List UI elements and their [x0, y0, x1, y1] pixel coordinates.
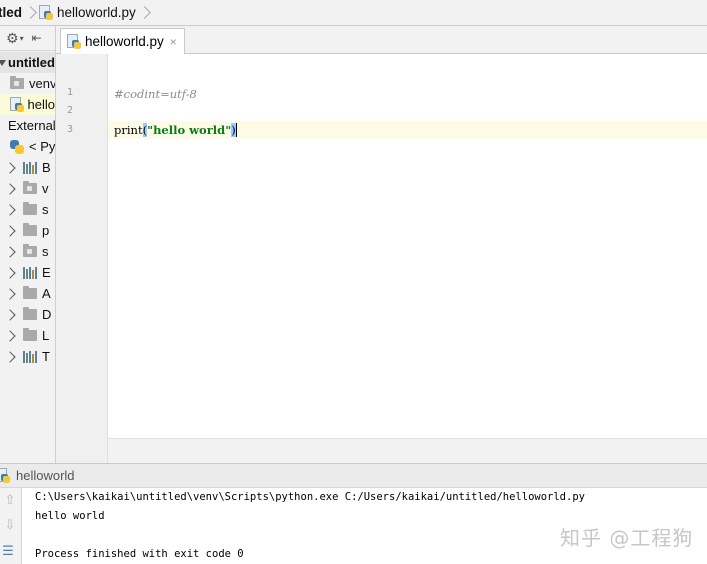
tree-item-label: v: [42, 181, 49, 196]
code-function: print: [114, 123, 143, 137]
editor-tab-helloworld[interactable]: helloworld.py ×: [60, 28, 185, 54]
tree-item-library[interactable]: T: [0, 346, 55, 367]
breadcrumb: tled helloworld.py: [0, 0, 707, 26]
chevron-right-icon: [4, 329, 16, 342]
tree-item-python-sdk[interactable]: < Py: [0, 136, 55, 157]
folder-icon: [23, 244, 37, 257]
console-line: Process finished with exit code 0: [35, 548, 244, 560]
run-tab[interactable]: helloworld: [0, 468, 75, 483]
tree-item-library[interactable]: E: [0, 262, 55, 283]
dropdown-arrow-icon[interactable]: ▾: [20, 34, 24, 43]
tree-item-helloworld[interactable]: hello: [0, 94, 55, 115]
tree-item-label: L: [42, 328, 50, 343]
folder-icon: [23, 328, 37, 341]
chevron-right-icon: [4, 203, 16, 216]
tree-item-project-root[interactable]: untitled: [0, 52, 55, 73]
gear-icon[interactable]: ⚙: [6, 30, 19, 47]
console-line: hello world: [35, 510, 105, 522]
folder-icon: [23, 307, 37, 320]
breadcrumb-file-label: helloworld.py: [57, 5, 136, 20]
tree-item-external-libraries[interactable]: External: [0, 115, 55, 136]
code-line-3: print ( "hello world" ): [108, 121, 707, 139]
editor-pane: helloworld.py × 1 2 3 #codint=utf-8 prin…: [55, 26, 707, 463]
chevron-right-icon: [4, 224, 16, 237]
python-file-icon: [0, 468, 10, 483]
tree-item-label: < Py: [29, 139, 55, 154]
line-number: 3: [66, 124, 73, 135]
chevron-right-icon: [4, 161, 16, 174]
arrow-down-icon[interactable]: ⇩: [3, 518, 17, 532]
tree-item-library[interactable]: B: [0, 157, 55, 178]
tree-item-folder[interactable]: s: [0, 199, 55, 220]
tree-item-venv[interactable]: venv: [0, 73, 55, 94]
tree-item-folder[interactable]: A: [0, 283, 55, 304]
tree-item-label: s: [42, 202, 49, 217]
watermark: 知乎 @工程狗: [560, 526, 694, 550]
folder-icon: [23, 181, 37, 194]
python-file-icon: [67, 34, 81, 49]
python-file-icon: [10, 97, 24, 112]
tree-item-label: E: [42, 265, 51, 280]
project-toolbar: ⚙ ▾ ⇤: [0, 26, 55, 51]
editor-footer: [108, 438, 707, 463]
tree-item-label: A: [42, 286, 51, 301]
project-pane: ⚙ ▾ ⇤ untitled venv hello External < Py …: [0, 26, 55, 463]
tree-item-label: venv: [29, 76, 55, 91]
text-caret: [235, 123, 238, 137]
editor-tab-label: helloworld.py: [85, 34, 164, 49]
editor-tab-bar: helloworld.py ×: [56, 26, 707, 54]
code-line-1: #codint=utf-8: [108, 85, 707, 103]
chevron-right-icon: [4, 350, 16, 363]
breadcrumb-project-label: tled: [0, 5, 23, 20]
folder-icon: [10, 76, 24, 89]
tree-item-label: s: [42, 244, 49, 259]
run-tab-label: helloworld: [16, 468, 75, 483]
close-icon[interactable]: ×: [170, 35, 177, 49]
tree-item-folder[interactable]: v: [0, 178, 55, 199]
python-icon: [10, 139, 24, 154]
library-icon: [23, 161, 37, 174]
breadcrumb-separator-icon: [140, 4, 149, 22]
folder-icon: [23, 286, 37, 299]
tree-item-label: B: [42, 160, 51, 175]
chevron-right-icon: [4, 308, 16, 321]
run-panel-header: helloworld: [0, 463, 707, 488]
arrow-up-icon[interactable]: ⇧: [3, 493, 17, 507]
breadcrumb-file[interactable]: helloworld.py: [39, 5, 136, 20]
python-file-icon: [39, 5, 54, 20]
tree-item-folder[interactable]: p: [0, 220, 55, 241]
line-number-gutter: 1 2 3: [56, 54, 108, 463]
code-string: "hello world": [147, 123, 232, 137]
tree-item-folder[interactable]: D: [0, 304, 55, 325]
tree-item-label: hello: [27, 97, 55, 112]
line-number: 1: [66, 87, 73, 98]
tree-item-folder[interactable]: s: [0, 241, 55, 262]
folder-icon: [23, 202, 37, 215]
tree-item-label: T: [42, 349, 50, 364]
chevron-right-icon: [4, 182, 16, 195]
tree-item-label: untitled: [8, 55, 55, 70]
chevron-right-icon: [4, 266, 16, 279]
expand-arrow-icon: [0, 59, 6, 66]
line-number: 2: [66, 105, 73, 116]
library-icon: [23, 350, 37, 363]
tree-item-label: p: [42, 223, 50, 238]
tree-item-label: External: [8, 118, 55, 133]
wrap-icon[interactable]: ☰: [1, 544, 15, 558]
chevron-right-icon: [4, 287, 16, 300]
code-comment: #codint=utf-8: [114, 87, 197, 101]
folder-icon: [23, 223, 37, 236]
console-line: C:\Users\kaikai\untitled\venv\Scripts\py…: [35, 491, 585, 503]
chevron-right-icon: [4, 245, 16, 258]
library-icon: [23, 266, 37, 279]
tree-item-label: D: [42, 307, 52, 322]
code-area[interactable]: #codint=utf-8 print ( "hello world" ): [108, 54, 707, 438]
run-toolbar: ⇧ ⇩ ☰: [0, 488, 22, 564]
collapse-icon[interactable]: ⇤: [32, 31, 42, 45]
breadcrumb-separator-icon: [26, 4, 35, 22]
tree-item-folder[interactable]: L: [0, 325, 55, 346]
breadcrumb-project[interactable]: tled: [0, 5, 22, 20]
